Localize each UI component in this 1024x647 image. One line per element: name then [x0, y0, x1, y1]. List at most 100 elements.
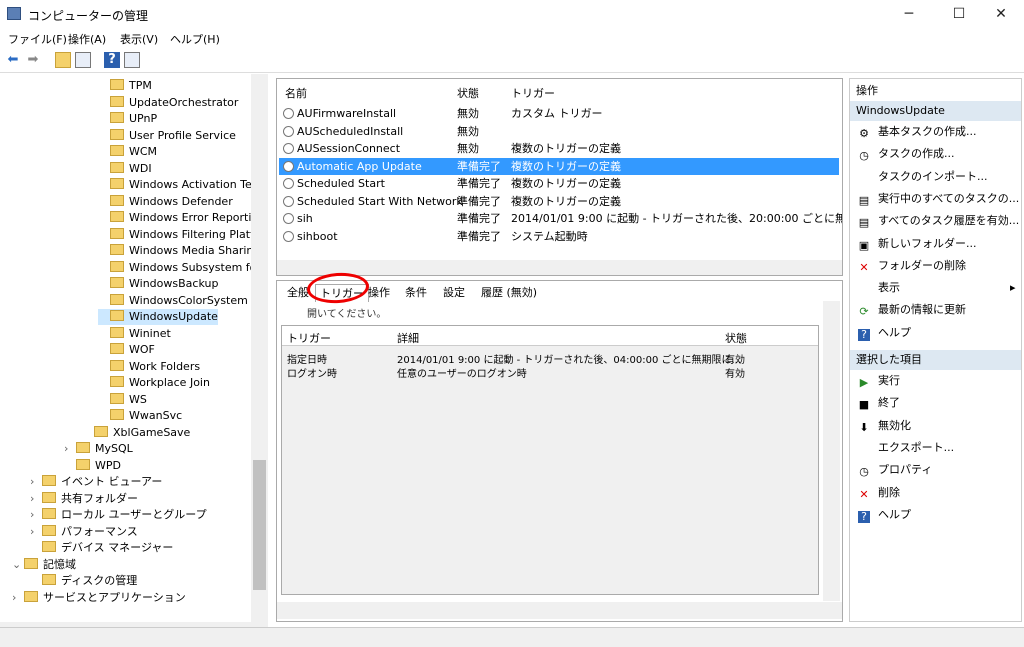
action-item[interactable]: ▶ 実行	[858, 372, 900, 390]
action-item[interactable]: ◷ プロパティ	[858, 461, 932, 479]
tree-item[interactable]: WindowsBackup	[98, 276, 218, 292]
tree-item[interactable]: › 共有フォルダー	[30, 491, 138, 507]
tree-item[interactable]: › イベント ビューアー	[30, 474, 162, 490]
tab-5[interactable]: 履歴 (無効)	[477, 284, 541, 302]
tab-4[interactable]: 設定	[439, 284, 469, 302]
folder-icon	[110, 343, 124, 354]
tree-item[interactable]: UPnP	[98, 111, 157, 127]
minimize-button[interactable]: ─	[886, 0, 932, 28]
tree-item[interactable]: Work Folders	[98, 359, 200, 375]
tree-item[interactable]: Wininet	[98, 326, 171, 342]
expand-chevron-icon[interactable]: ›	[12, 590, 24, 606]
tree-item[interactable]: デバイス マネージャー	[30, 540, 173, 556]
expand-chevron-icon[interactable]: ›	[30, 474, 42, 490]
tree-item[interactable]: WDI	[98, 161, 152, 177]
actions-section-windowsupdate[interactable]: WindowsUpdate	[850, 101, 1021, 121]
expand-chevron-icon[interactable]: ›	[30, 524, 42, 540]
tree-item[interactable]: › パフォーマンス	[30, 524, 138, 540]
task-details: 全般 トリガー 操作 条件 設定 履歴 (無効) 開いてください。 トリガー 詳細 状態 …	[276, 280, 843, 622]
expand-chevron-icon[interactable]: ›	[64, 441, 76, 457]
tree-item-label: Work Folders	[129, 360, 201, 373]
up-folder-icon[interactable]	[55, 52, 71, 68]
tree-item[interactable]: Windows Filtering Platfor	[98, 227, 265, 243]
action-item[interactable]: ▣ 新しいフォルダー...	[858, 235, 977, 253]
action-item[interactable]: ▤ すべてのタスク履歴を有効...	[858, 212, 1019, 230]
expand-chevron-icon[interactable]: ⌄	[12, 557, 24, 573]
scrollbar-thumb[interactable]	[253, 460, 266, 590]
trigger-col-trigger[interactable]: トリガー	[287, 330, 331, 346]
action-item[interactable]: ⚙ 基本タスクの作成...	[858, 123, 976, 141]
help-icon[interactable]: ?	[104, 52, 120, 68]
action-icon: ▣	[858, 238, 870, 252]
actions-section-selected-item[interactable]: 選択した項目	[850, 350, 1021, 370]
action-item[interactable]: ▤ 実行中のすべてのタスクの...	[858, 190, 1019, 208]
details-vertical-scrollbar[interactable]	[823, 301, 840, 601]
close-button[interactable]: ✕	[978, 0, 1024, 28]
action-item[interactable]: 表示 ▸	[858, 279, 1016, 297]
tree-item[interactable]: UpdateOrchestrator	[98, 95, 238, 111]
task-row[interactable]: sihboot 準備完了 システム起動時	[279, 228, 839, 245]
tree-item[interactable]: WindowsColorSystem	[98, 293, 248, 309]
tree-item[interactable]: User Profile Service	[98, 128, 236, 144]
task-trigger: 2014/01/01 9:00 に起動 - トリガーされた後、20:00:00 …	[511, 212, 842, 225]
action-item[interactable]: タスクのインポート...	[858, 168, 988, 186]
tree-vertical-scrollbar[interactable]	[251, 74, 268, 622]
tree-item[interactable]: Windows Activation Tech	[98, 177, 265, 193]
column-header-name[interactable]: 名前	[285, 85, 307, 101]
show-action-pane-icon[interactable]	[124, 52, 140, 68]
column-header-status[interactable]: 状態	[457, 85, 479, 101]
tree-item[interactable]: WPD	[64, 458, 121, 474]
trigger-col-detail[interactable]: 詳細	[397, 330, 419, 346]
task-row[interactable]: AUSessionConnect 無効 複数のトリガーの定義	[279, 140, 839, 157]
tree-item[interactable]: Windows Subsystem for L	[98, 260, 267, 276]
tree-item[interactable]: › MySQL	[64, 441, 133, 457]
tree-item[interactable]: WS	[98, 392, 147, 408]
tree-item[interactable]: Windows Defender	[98, 194, 233, 210]
tree-item[interactable]: › ローカル ユーザーとグループ	[30, 507, 207, 523]
action-item[interactable]: ■ 終了	[858, 394, 900, 412]
task-row[interactable]: Automatic App Update 準備完了 複数のトリガーの定義	[279, 157, 839, 175]
tree-item[interactable]: XblGameSave	[82, 425, 190, 441]
task-row[interactable]: Scheduled Start With Network 準備完了 複数のトリガーの…	[279, 193, 839, 210]
task-row[interactable]: Scheduled Start 準備完了 複数のトリガーの定義	[279, 175, 839, 192]
task-row[interactable]: AUScheduledInstall 無効	[279, 123, 839, 140]
tree-item[interactable]: WCM	[98, 144, 157, 160]
tree-item[interactable]: WwanSvc	[98, 408, 182, 424]
maximize-button[interactable]: ☐	[936, 0, 982, 28]
tree-item[interactable]: Workplace Join	[98, 375, 210, 391]
task-list-horizontal-scrollbar[interactable]	[277, 260, 842, 275]
expand-chevron-icon[interactable]: ›	[30, 491, 42, 507]
action-item[interactable]: ? ヘルプ	[858, 506, 911, 524]
tree-item[interactable]: › サービスとアプリケーション	[12, 590, 186, 606]
tree-item[interactable]: TPM	[98, 78, 152, 94]
tree-item[interactable]: ⌄ 記憶域	[12, 557, 76, 573]
task-row[interactable]: sih 準備完了 2014/01/01 9:00 に起動 - トリガーされた後、20…	[279, 210, 842, 227]
action-item[interactable]: ✕ 削除	[858, 484, 900, 502]
trigger-col-state[interactable]: 状態	[725, 330, 747, 346]
tree-item[interactable]: WindowsUpdate	[98, 309, 218, 325]
tree-item[interactable]: ディスクの管理	[30, 573, 137, 589]
tree-item[interactable]: Windows Media Sharing	[98, 243, 260, 259]
details-horizontal-scrollbar[interactable]	[277, 602, 842, 619]
expand-chevron-icon[interactable]: ›	[30, 507, 42, 523]
action-item[interactable]: ? ヘルプ	[858, 324, 911, 342]
tab-3[interactable]: 条件	[401, 284, 431, 302]
action-item[interactable]: エクスポート...	[858, 439, 954, 457]
action-item[interactable]: ⬇ 無効化	[858, 417, 911, 435]
task-row[interactable]: AUFirmwareInstall 無効 カスタム トリガー	[279, 105, 839, 122]
menu-action[interactable]: 操作(A)	[68, 31, 106, 47]
tree-item[interactable]: Windows Error Reporting	[98, 210, 265, 226]
action-item[interactable]: ◷ タスクの作成...	[858, 145, 954, 163]
menu-view[interactable]: 表示(V)	[120, 31, 158, 47]
action-item[interactable]: ⟳ 最新の情報に更新	[858, 301, 966, 319]
tree-item-label: ローカル ユーザーとグループ	[61, 508, 207, 521]
show-hide-tree-icon[interactable]	[75, 52, 91, 68]
menu-file[interactable]: ファイル(F)	[8, 31, 67, 47]
tree-item[interactable]: WOF	[98, 342, 155, 358]
menu-help[interactable]: ヘルプ(H)	[170, 31, 220, 47]
folder-icon	[42, 475, 56, 486]
back-arrow-icon[interactable]: ⬅	[5, 52, 21, 68]
forward-arrow-icon[interactable]: ➡	[25, 52, 41, 68]
action-item[interactable]: ✕ フォルダーの削除	[858, 257, 966, 275]
column-header-trigger[interactable]: トリガー	[511, 85, 555, 101]
